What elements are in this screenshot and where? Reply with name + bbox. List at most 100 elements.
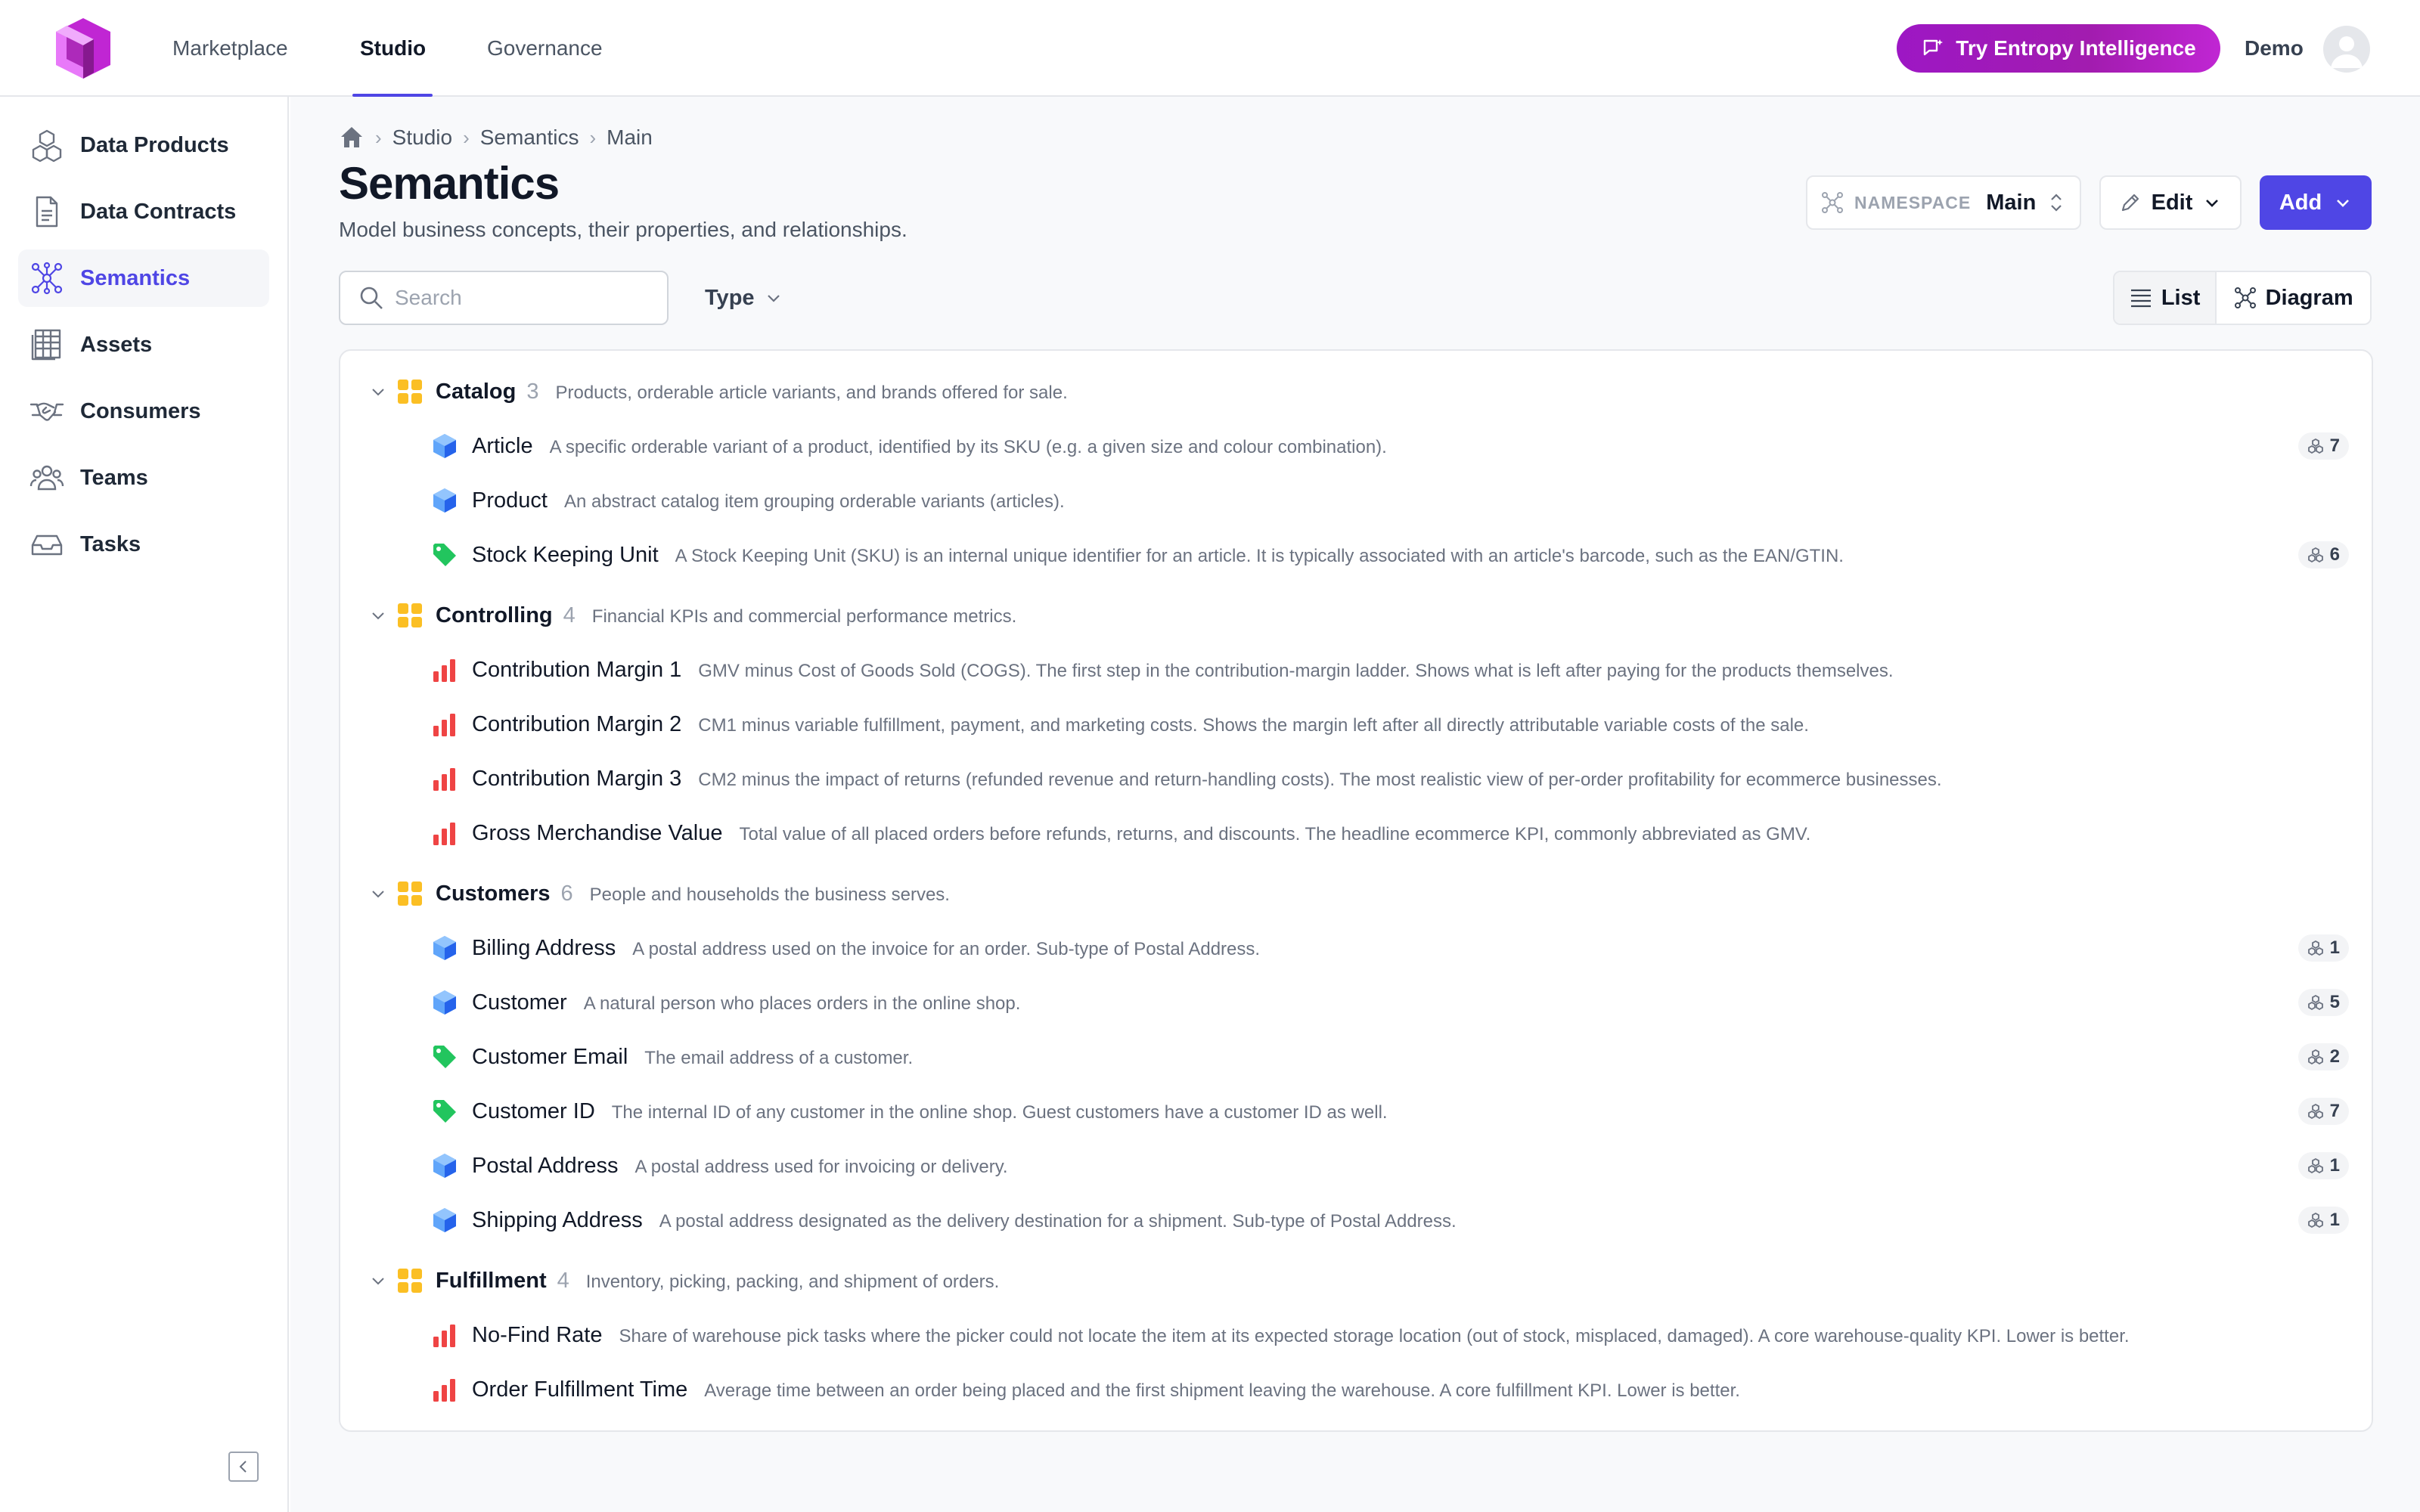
nav-marketplace[interactable]: Marketplace [172, 0, 288, 97]
list-view-button[interactable]: List [2114, 272, 2217, 324]
edit-button-label: Edit [2151, 190, 2193, 215]
relationship-count-badge: 1 [2297, 934, 2349, 962]
type-filter-dropdown[interactable]: Type [705, 271, 782, 325]
item-name: Product [472, 488, 548, 513]
sidebar-item-assets[interactable]: Assets [18, 316, 269, 373]
graph-icon [1822, 192, 1843, 213]
list-item[interactable]: Stock Keeping Unit A Stock Keeping Unit (… [340, 528, 2372, 582]
add-button[interactable]: Add [2260, 175, 2372, 230]
list-item[interactable]: Billing Address A postal address used on … [340, 921, 2372, 975]
group-row-controlling[interactable]: Controlling 4 Financial KPIs and commercia… [340, 588, 2372, 643]
list-item[interactable]: Contribution Margin 3 CM2 minus the impac… [340, 751, 2372, 806]
badge-count: 7 [2329, 435, 2340, 456]
list-item[interactable]: Customer ID The internal ID of any custom… [340, 1084, 2372, 1139]
group-row-customers[interactable]: Customers 6 People and households the busi… [340, 866, 2372, 921]
nav-governance[interactable]: Governance [487, 0, 603, 97]
collapse-sidebar-button[interactable] [228, 1452, 259, 1482]
relationship-count-badge: 1 [2297, 1207, 2349, 1234]
diagram-view-button[interactable]: Diagram [2217, 272, 2370, 324]
sidebar-item-label: Assets [80, 332, 153, 357]
sidebar-item-teams[interactable]: Teams [18, 449, 269, 507]
group-count: 6 [560, 881, 573, 906]
sidebar-item-data-contracts[interactable]: Data Contracts [18, 183, 269, 240]
sparkle-chat-icon [1924, 39, 1944, 56]
list-item[interactable]: Article A specific orderable variant of a… [340, 419, 2372, 473]
group-description: Inventory, picking, packing, and shipmen… [585, 1272, 1000, 1292]
entity-icon [431, 934, 458, 962]
cubes-icon [2307, 1157, 2323, 1174]
group-name: Customers [436, 881, 551, 906]
item-description: GMV minus Cost of Goods Sold (COGS). The… [698, 661, 1894, 681]
item-name: Customer ID [472, 1099, 595, 1123]
edit-button[interactable]: Edit [2099, 175, 2242, 230]
breadcrumb-studio[interactable]: Studio [392, 125, 452, 150]
search-input[interactable] [395, 286, 652, 310]
nav-studio[interactable]: Studio [360, 0, 426, 97]
item-name: No-Find Rate [472, 1323, 603, 1347]
group-icon [398, 603, 422, 627]
chevron-right-icon: › [589, 125, 597, 149]
namespace-selector[interactable]: NAMESPACE Main [1806, 175, 2081, 230]
item-name: Shipping Address [472, 1208, 643, 1232]
home-icon[interactable] [339, 125, 365, 150]
chevron-down-icon [767, 295, 780, 302]
search-box [339, 271, 669, 325]
logo-icon[interactable] [51, 15, 115, 82]
top-bar: Marketplace Studio Governance Try Entrop… [0, 0, 2420, 97]
list-item[interactable]: Shipping Address A postal address designa… [340, 1193, 2372, 1247]
add-button-label: Add [2279, 190, 2322, 215]
sidebar-item-label: Teams [80, 465, 148, 490]
graph-icon [29, 260, 65, 296]
user-name[interactable]: Demo [2245, 0, 2304, 97]
list-item[interactable]: Contribution Margin 2 CM1 minus variable … [340, 697, 2372, 751]
type-filter-label: Type [705, 285, 755, 310]
relationship-count-badge: 6 [2297, 541, 2349, 569]
chevron-right-icon: › [463, 125, 470, 149]
badge-count: 7 [2329, 1101, 2340, 1121]
list-item[interactable]: Customer Email The email address of a cus… [340, 1030, 2372, 1084]
group-row-fulfillment[interactable]: Fulfillment 4 Inventory, picking, packing,… [340, 1253, 2372, 1308]
try-entropy-intelligence-button[interactable]: Try Entropy Intelligence [1897, 24, 2220, 73]
item-name: Stock Keeping Unit [472, 543, 659, 567]
chevron-down-icon[interactable] [369, 885, 387, 903]
sidebar-item-semantics[interactable]: Semantics [18, 249, 269, 307]
sidebar-item-label: Consumers [80, 398, 201, 423]
list-item[interactable]: Gross Merchandise Value Total value of al… [340, 806, 2372, 860]
breadcrumb-main[interactable]: Main [607, 125, 653, 150]
sidebar: Data Products Data Contracts Semantics A… [0, 97, 289, 1512]
item-name: Contribution Margin 3 [472, 767, 682, 791]
group-name: Catalog [436, 380, 517, 404]
chevron-down-icon[interactable] [369, 383, 387, 401]
item-description: CM1 minus variable fulfillment, payment,… [698, 715, 1809, 736]
entity-icon [431, 1152, 458, 1179]
chevron-down-icon[interactable] [369, 606, 387, 624]
search-icon [360, 287, 383, 309]
view-toggle: List Diagram [2113, 271, 2372, 325]
list-item[interactable]: Product An abstract catalog item grouping… [340, 473, 2372, 528]
metric-icon [431, 1321, 458, 1349]
list-item[interactable]: No-Find Rate Share of warehouse pick task… [340, 1308, 2372, 1362]
sidebar-item-consumers[interactable]: Consumers [18, 383, 269, 440]
sidebar-item-tasks[interactable]: Tasks [18, 516, 269, 573]
list-item[interactable]: Customer A natural person who places orde… [340, 975, 2372, 1030]
diagram-view-label: Diagram [2265, 285, 2353, 310]
sidebar-item-data-products[interactable]: Data Products [18, 116, 269, 174]
chevron-down-icon[interactable] [369, 1272, 387, 1290]
badge-count: 2 [2329, 1046, 2340, 1067]
item-description: The internal ID of any customer in the o… [611, 1102, 1388, 1123]
entity-icon [431, 1207, 458, 1234]
cubes-icon [2307, 994, 2323, 1011]
list-item[interactable]: Contribution Margin 1 GMV minus Cost of G… [340, 643, 2372, 697]
breadcrumb-semantics[interactable]: Semantics [480, 125, 579, 150]
list-item[interactable]: Postal Address A postal address used for … [340, 1139, 2372, 1193]
item-name: Contribution Margin 1 [472, 658, 682, 682]
list-item[interactable]: Order Fulfillment Time Average time betwe… [340, 1362, 2372, 1417]
list-icon [2130, 289, 2151, 308]
group-row-catalog[interactable]: Catalog 3 Products, orderable article vari… [340, 364, 2372, 419]
avatar[interactable] [2323, 26, 2370, 73]
chevron-down-icon [2337, 200, 2350, 207]
breadcrumb: › Studio › Semantics › Main [339, 119, 653, 156]
chevron-up-down-icon [2051, 194, 2062, 212]
metric-icon [431, 1376, 458, 1403]
group-icon [398, 881, 422, 906]
